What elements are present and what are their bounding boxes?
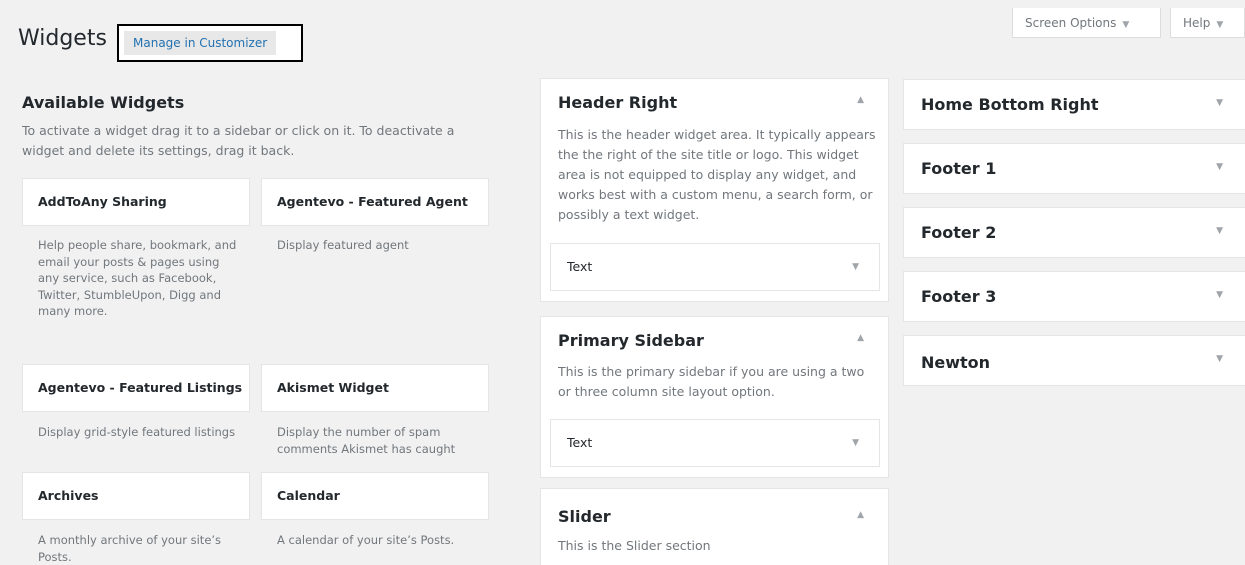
sidebar-footer-2[interactable]: Footer 2 ▼ — [903, 207, 1245, 258]
sidebar-slider[interactable]: Slider ▲ This is the Slider section — [540, 488, 889, 565]
widget-title: Calendar — [277, 488, 340, 503]
widget-title: Agentevo - Featured Agent — [277, 194, 468, 209]
arrow-down-icon[interactable]: ▼ — [1216, 162, 1223, 172]
sidebar-header-right[interactable]: Header Right ▲ This is the header widget… — [540, 78, 889, 302]
sidebar-home-bottom-right[interactable]: Home Bottom Right ▼ — [903, 79, 1245, 130]
sidebar-footer-1[interactable]: Footer 1 ▼ — [903, 143, 1245, 194]
arrow-up-icon[interactable]: ▲ — [857, 510, 864, 520]
sidebar-title: Footer 3 — [921, 287, 997, 306]
screen-options-label: Screen Options — [1025, 16, 1117, 30]
widget-agentevo-featured-listings[interactable]: Agentevo - Featured Listings — [22, 364, 250, 412]
widget-title: AddToAny Sharing — [38, 194, 167, 209]
arrow-down-icon[interactable]: ▼ — [1216, 98, 1223, 108]
sidebar-description: This is the primary sidebar if you are u… — [558, 364, 865, 399]
widget-akismet[interactable]: Akismet Widget — [261, 364, 489, 412]
widget-description: A calendar of your site’s Posts. — [277, 533, 455, 547]
sidebar-title: Newton — [921, 353, 991, 372]
sidebar-footer-3[interactable]: Footer 3 ▼ — [903, 271, 1245, 322]
widget-description: Display grid-style featured listings — [38, 425, 236, 439]
help-label: Help — [1183, 16, 1211, 30]
page-title: Widgets — [18, 26, 107, 51]
manage-in-customizer-button[interactable]: Manage in Customizer — [124, 31, 277, 55]
sidebar-widget-text[interactable]: Text ▼ — [550, 243, 880, 291]
arrow-down-icon[interactable]: ▼ — [1216, 354, 1223, 364]
widget-addtoany-sharing[interactable]: AddToAny Sharing — [22, 178, 250, 226]
widget-title: Archives — [38, 488, 99, 503]
sidebar-title: Primary Sidebar — [558, 331, 704, 350]
sidebar-description: This is the header widget area. It typic… — [558, 127, 876, 222]
widget-title: Text — [567, 435, 593, 450]
arrow-up-icon[interactable]: ▲ — [857, 333, 864, 343]
available-widgets-description: To activate a widget drag it to a sideba… — [22, 123, 455, 158]
sidebar-newton[interactable]: Newton ▼ — [903, 335, 1245, 386]
widget-title: Text — [567, 259, 593, 274]
sidebar-title: Footer 2 — [921, 223, 997, 242]
widget-title: Agentevo - Featured Listings — [38, 380, 243, 395]
arrow-down-icon[interactable]: ▼ — [1216, 226, 1223, 236]
manage-in-customizer-highlight: Manage in Customizer — [117, 24, 303, 62]
sidebar-title: Footer 1 — [921, 159, 997, 178]
arrow-down-icon[interactable]: ▼ — [1216, 290, 1223, 300]
arrow-down-icon[interactable]: ▼ — [852, 420, 859, 466]
sidebar-title: Home Bottom Right — [921, 95, 1099, 114]
chevron-down-icon: ▼ — [1122, 20, 1130, 30]
arrow-up-icon[interactable]: ▲ — [857, 95, 864, 105]
available-widgets-heading: Available Widgets — [22, 93, 185, 112]
sidebar-description: This is the Slider section — [558, 538, 711, 553]
widget-description: Display the number of spam comments Akis… — [277, 425, 456, 456]
arrow-down-icon[interactable]: ▼ — [852, 244, 859, 290]
widget-description: A monthly archive of your site’s Posts. — [38, 533, 222, 564]
widget-description: Help people share, bookmark, and email y… — [38, 238, 237, 318]
widget-description: Display featured agent — [277, 238, 409, 252]
widget-agentevo-featured-agent[interactable]: Agentevo - Featured Agent — [261, 178, 489, 226]
chevron-down-icon: ▼ — [1216, 20, 1224, 30]
help-button[interactable]: Help ▼ — [1170, 8, 1245, 38]
widget-title: Akismet Widget — [277, 380, 389, 395]
sidebar-primary[interactable]: Primary Sidebar ▲ This is the primary si… — [540, 316, 889, 478]
sidebar-title: Slider — [558, 507, 611, 526]
widget-calendar[interactable]: Calendar — [261, 472, 489, 520]
sidebar-widget-text[interactable]: Text ▼ — [550, 419, 880, 467]
screen-options-button[interactable]: Screen Options ▼ — [1012, 8, 1161, 38]
sidebar-title: Header Right — [558, 93, 678, 112]
widget-archives[interactable]: Archives — [22, 472, 250, 520]
